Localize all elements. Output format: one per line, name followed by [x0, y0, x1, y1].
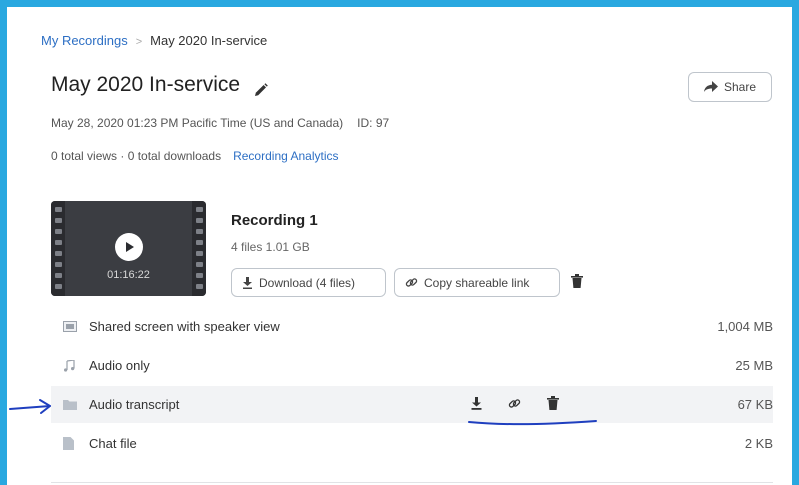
annotation-arrow [9, 405, 51, 410]
annotation-underline [468, 420, 597, 426]
hand-annotation [9, 399, 597, 426]
